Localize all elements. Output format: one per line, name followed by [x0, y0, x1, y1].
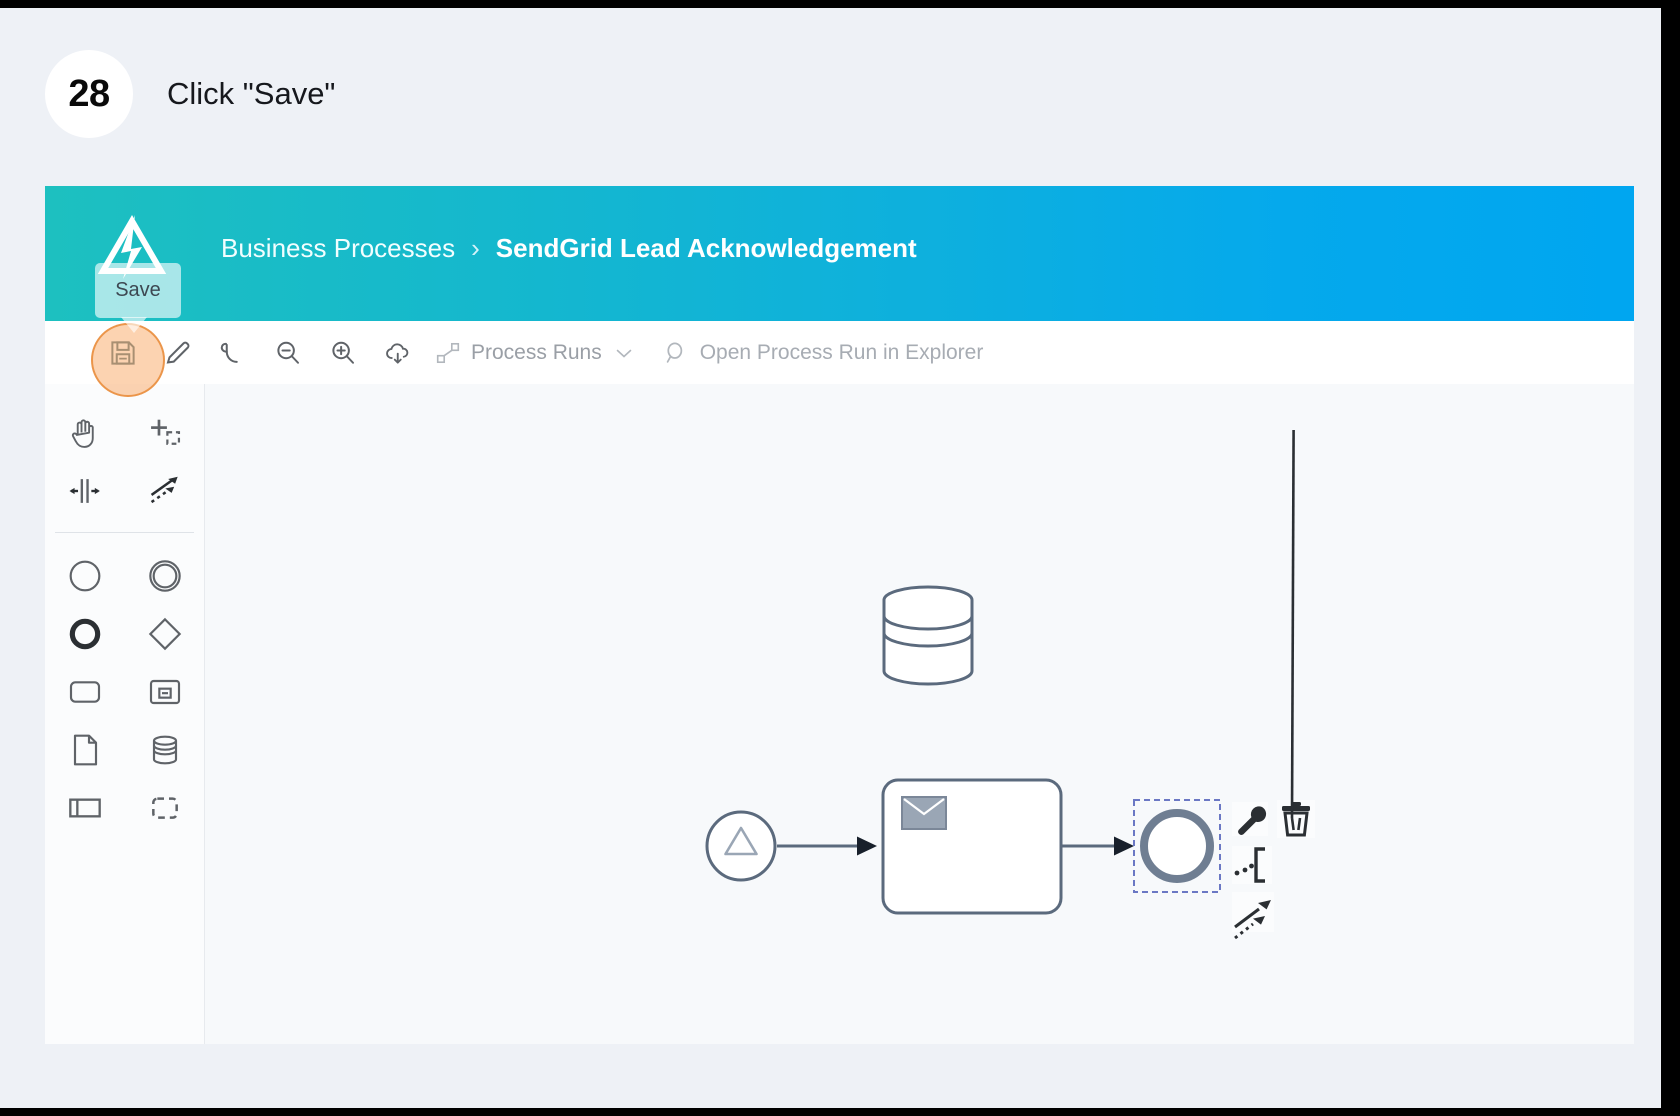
palette-gateway[interactable]	[125, 605, 205, 663]
space-tool-icon	[69, 479, 100, 503]
palette-global-connect-tool[interactable]	[125, 462, 205, 520]
pool-lane-icon	[69, 798, 101, 818]
palette-tools-group	[45, 404, 204, 520]
canvas-data-store-reference[interactable]	[882, 585, 974, 686]
canvas-end-event[interactable]	[1133, 799, 1221, 893]
editor-toolbar: Process Runs Open Process Run in Explore…	[45, 321, 1634, 397]
cloud-download-icon	[385, 342, 408, 364]
palette-pool[interactable]	[45, 779, 125, 837]
step-number-badge: 28	[45, 50, 133, 138]
app-header: Business Processes › SendGrid Lead Ackno…	[45, 186, 1634, 333]
context-pad-append-text-annotation[interactable]	[1232, 846, 1272, 884]
breadcrumb: Business Processes › SendGrid Lead Ackno…	[221, 233, 917, 264]
download-button[interactable]	[370, 327, 425, 379]
page-root: 28 Click "Save" Business Processes › Sen…	[0, 0, 1680, 1116]
editor-body	[45, 384, 1634, 1044]
context-pad	[1232, 429, 1315, 940]
process-runs-label: Process Runs	[471, 340, 602, 364]
canvas-sequence-flow-1[interactable]	[777, 836, 877, 856]
open-process-run-button[interactable]: Open Process Run in Explorer	[662, 339, 984, 367]
process-runs-button[interactable]: Process Runs	[435, 340, 636, 366]
lasso-select-icon	[151, 419, 181, 445]
breadcrumb-root-link[interactable]: Business Processes	[221, 233, 455, 264]
bpmn-canvas[interactable]	[205, 384, 1634, 1044]
double-circle-icon	[149, 560, 181, 592]
palette-subprocess[interactable]	[125, 663, 205, 721]
diamond-icon	[148, 617, 182, 651]
palette-start-event[interactable]	[45, 547, 125, 605]
zoom-in-button[interactable]	[315, 327, 370, 379]
hand-icon	[71, 419, 94, 448]
process-graph-icon	[436, 342, 460, 363]
canvas-send-task[interactable]	[881, 778, 1063, 915]
connect-arrows-icon	[150, 476, 178, 504]
magnifier-icon	[666, 341, 682, 363]
magnifier-plus-icon	[331, 341, 354, 364]
step-header: 28 Click "Save"	[45, 50, 335, 138]
palette-lasso-tool[interactable]	[125, 404, 205, 462]
dashed-square-icon	[152, 797, 178, 819]
chevron-down-icon	[616, 349, 632, 358]
save-tooltip: Save	[95, 263, 181, 333]
palette-shapes-group	[45, 547, 204, 837]
circle-thick-icon	[69, 618, 101, 650]
context-pad-delete[interactable]	[1277, 429, 1315, 838]
palette-space-tool[interactable]	[45, 462, 125, 520]
palette-data-object[interactable]	[45, 721, 125, 779]
save-tooltip-label: Save	[115, 279, 161, 301]
palette-intermediate-event[interactable]	[125, 547, 205, 605]
palette-divider	[55, 532, 194, 533]
canvas-sequence-flow-2[interactable]	[1061, 836, 1134, 856]
element-palette	[45, 384, 205, 1044]
palette-group[interactable]	[125, 779, 205, 837]
chevron-right-icon: ›	[471, 233, 480, 263]
context-pad-connect[interactable]	[1232, 892, 1274, 940]
rounded-rect-icon	[69, 681, 101, 703]
palette-end-event[interactable]	[45, 605, 125, 663]
database-cylinder-icon	[152, 735, 178, 765]
pencil-icon	[166, 341, 189, 364]
edit-button[interactable]	[150, 327, 205, 379]
circle-thin-icon	[69, 560, 101, 592]
application-window: Business Processes › SendGrid Lead Ackno…	[45, 186, 1634, 1044]
palette-hand-tool[interactable]	[45, 404, 125, 462]
palette-task[interactable]	[45, 663, 125, 721]
stage-right-gutter	[1634, 8, 1661, 1108]
stage: 28 Click "Save" Business Processes › Sen…	[0, 8, 1661, 1108]
floppy-disk-icon	[110, 340, 135, 365]
magnifier-minus-icon	[276, 341, 299, 364]
palette-data-store[interactable]	[125, 721, 205, 779]
save-button[interactable]	[95, 327, 150, 379]
undo-arrow-icon	[220, 342, 238, 363]
bpmn-diagram	[705, 429, 1315, 940]
subprocess-icon	[149, 679, 181, 705]
breadcrumb-current: SendGrid Lead Acknowledgement	[495, 233, 917, 263]
open-process-run-label: Open Process Run in Explorer	[699, 340, 984, 364]
zoom-out-button[interactable]	[260, 327, 315, 379]
undo-button[interactable]	[205, 327, 260, 379]
context-pad-change-type[interactable]	[1232, 802, 1268, 836]
canvas-start-event[interactable]	[705, 810, 777, 882]
step-instruction: Click "Save"	[167, 76, 336, 111]
document-page-icon	[73, 734, 98, 766]
